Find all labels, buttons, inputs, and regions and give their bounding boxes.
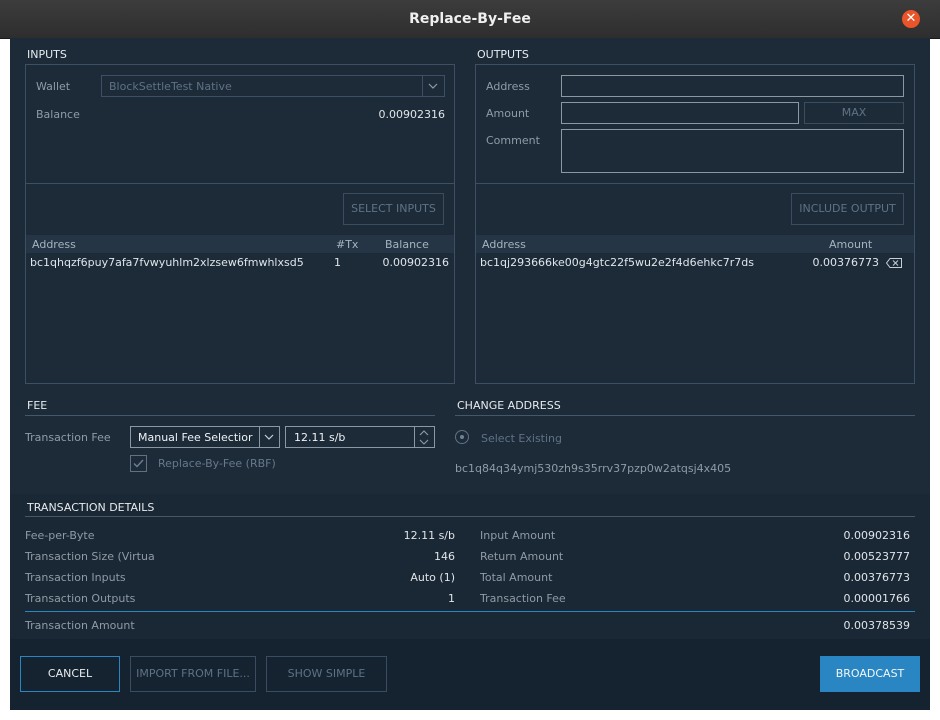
inputs-col-address: Address: [32, 238, 76, 251]
fee-section-title: FEE: [27, 399, 48, 412]
table-row[interactable]: bc1qhqzf6puy7afa7fvwyuhlm2xlzsew6fmwhlxs…: [26, 254, 454, 272]
dialog-body: INPUTS Wallet BlockSettleTest Native Bal…: [10, 38, 930, 710]
fee-selection-value: Manual Fee Selectior: [138, 431, 253, 444]
select-inputs-button[interactable]: SELECT INPUTS: [343, 193, 444, 225]
button-bar: CANCEL IMPORT FROM FILE... SHOW SIMPLE B…: [10, 639, 930, 710]
transaction-fee-label: Transaction Fee: [25, 431, 111, 444]
transaction-fee-detail-label: Transaction Fee: [480, 592, 566, 605]
address-input[interactable]: [561, 75, 904, 97]
import-from-file-button[interactable]: IMPORT FROM FILE...: [130, 656, 256, 692]
balance-label: Balance: [36, 108, 80, 121]
change-address-value: bc1q84q34ymj530zh9s35rrv37pzp0w2atqsj4x4…: [455, 462, 732, 475]
row-tx: 1: [334, 256, 341, 269]
chevron-down-icon: [428, 83, 438, 89]
change-address-section-title: CHANGE ADDRESS: [457, 399, 561, 412]
total-amount-label: Total Amount: [480, 571, 553, 584]
balance-value: 0.00902316: [378, 108, 445, 121]
change-address-rule: [455, 415, 915, 416]
row-amount: 0.00376773: [812, 256, 879, 269]
amount-input[interactable]: [561, 102, 799, 124]
spin-divider: [414, 427, 415, 447]
return-amount-value: 0.00523777: [843, 550, 910, 563]
fee-per-byte-value: 12.11 s/b: [403, 529, 455, 542]
row-address: bc1qhqzf6puy7afa7fvwyuhlm2xlzsew6fmwhlxs…: [30, 256, 304, 269]
details-section-title: TRANSACTION DETAILS: [27, 501, 155, 514]
broadcast-button[interactable]: BROADCAST: [820, 656, 920, 692]
transaction-inputs-value: Auto (1): [410, 571, 455, 584]
show-simple-button[interactable]: SHOW SIMPLE: [266, 656, 387, 692]
wallet-select-value: BlockSettleTest Native: [109, 80, 232, 93]
radio-dot: [460, 435, 464, 439]
transaction-size-label: Transaction Size (Virtua: [25, 550, 155, 563]
transaction-details: TRANSACTION DETAILS Fee-per-Byte 12.11 s…: [10, 494, 930, 639]
transaction-amount-value: 0.00378539: [843, 619, 910, 632]
delete-output-icon[interactable]: [886, 258, 902, 268]
row-address: bc1qj293666ke00g4gtc22f5wu2e2f4d6ehkc7r7…: [480, 256, 754, 269]
transaction-outputs-value: 1: [448, 592, 455, 605]
return-amount-label: Return Amount: [480, 550, 564, 563]
inputs-table-header: Address #Tx Balance: [26, 235, 454, 253]
address-label: Address: [486, 80, 530, 93]
inputs-panel: Wallet BlockSettleTest Native Balance 0.…: [25, 64, 455, 384]
dropdown-divider: [259, 427, 260, 447]
transaction-size-value: 146: [434, 550, 455, 563]
row-balance: 0.00902316: [382, 256, 449, 269]
cancel-button[interactable]: CANCEL: [20, 656, 120, 692]
transaction-outputs-label: Transaction Outputs: [25, 592, 136, 605]
outputs-table-header: Address Amount: [476, 235, 914, 253]
inputs-col-tx: #Tx: [336, 238, 359, 251]
details-accent-rule: [25, 611, 915, 612]
spin-up-icon[interactable]: [419, 430, 429, 436]
select-divider: [422, 76, 423, 96]
fee-rate-spinbox[interactable]: 12.11 s/b: [285, 426, 435, 448]
table-row[interactable]: bc1qj293666ke00g4gtc22f5wu2e2f4d6ehkc7r7…: [476, 254, 914, 272]
title-bar: Replace-By-Fee ✕: [0, 0, 940, 39]
comment-input[interactable]: [561, 129, 904, 173]
fee-selection-dropdown[interactable]: Manual Fee Selectior: [130, 426, 280, 448]
outputs-panel: Address Amount MAX Comment INCLUDE OUTPU…: [475, 64, 915, 384]
outputs-col-amount: Amount: [829, 238, 873, 251]
total-amount-value: 0.00376773: [843, 571, 910, 584]
select-existing-radio[interactable]: [455, 430, 469, 444]
outputs-section-title: OUTPUTS: [477, 48, 529, 61]
rbf-checkbox[interactable]: [130, 455, 147, 472]
fee-rate-value: 12.11 s/b: [294, 431, 346, 444]
fee-per-byte-label: Fee-per-Byte: [25, 529, 95, 542]
transaction-amount-label: Transaction Amount: [25, 619, 135, 632]
fee-rule: [25, 415, 435, 416]
inputs-col-balance: Balance: [385, 238, 429, 251]
inputs-divider: [26, 183, 454, 184]
details-rule: [25, 516, 915, 517]
rbf-label: Replace-By-Fee (RBF): [158, 457, 276, 470]
inputs-section-title: INPUTS: [27, 48, 67, 61]
transaction-fee-detail-value: 0.00001766: [843, 592, 910, 605]
spin-down-icon[interactable]: [419, 439, 429, 445]
outputs-col-address: Address: [482, 238, 526, 251]
transaction-inputs-label: Transaction Inputs: [25, 571, 126, 584]
wallet-label: Wallet: [36, 80, 71, 93]
close-icon[interactable]: ✕: [902, 10, 920, 28]
checkmark-icon: [133, 459, 144, 468]
chevron-down-icon: [264, 434, 274, 440]
amount-label: Amount: [486, 107, 530, 120]
input-amount-label: Input Amount: [480, 529, 556, 542]
outputs-divider: [476, 183, 914, 184]
include-output-button[interactable]: INCLUDE OUTPUT: [791, 193, 904, 225]
window-title: Replace-By-Fee: [409, 11, 531, 27]
wallet-select[interactable]: BlockSettleTest Native: [101, 75, 445, 97]
max-button[interactable]: MAX: [804, 102, 904, 124]
input-amount-value: 0.00902316: [843, 529, 910, 542]
select-existing-label: Select Existing: [481, 432, 563, 445]
comment-label: Comment: [486, 134, 540, 147]
